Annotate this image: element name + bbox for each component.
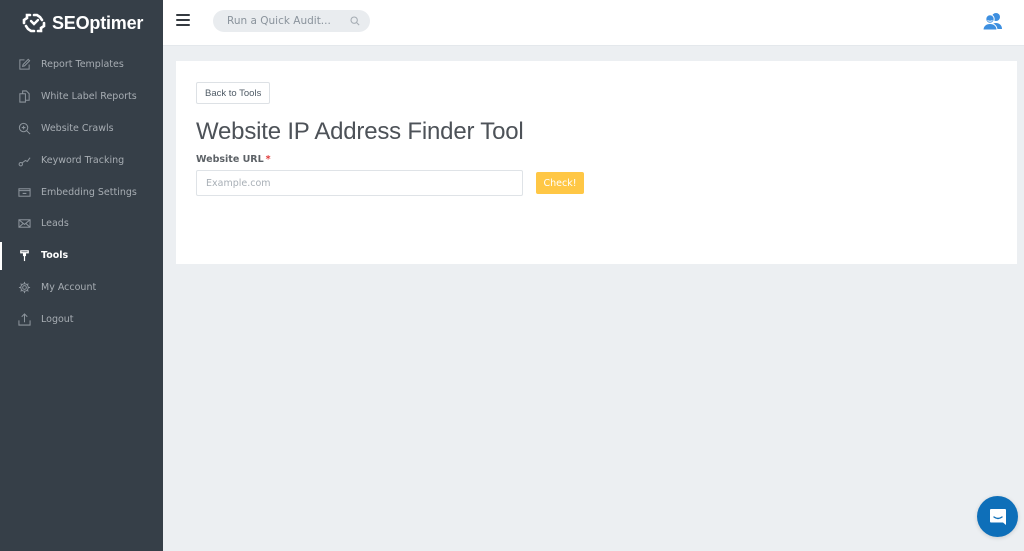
embed-icon bbox=[18, 186, 31, 199]
sidebar-item-label: Website Crawls bbox=[41, 122, 114, 134]
hamburger-menu-icon[interactable] bbox=[176, 14, 190, 26]
required-marker: * bbox=[265, 154, 271, 165]
top-bar: Run a Quick Audit... bbox=[163, 0, 1024, 46]
website-url-label: Website URL * bbox=[196, 154, 271, 165]
zoom-in-icon bbox=[18, 122, 31, 135]
website-url-label-text: Website URL bbox=[196, 154, 264, 165]
hammer-icon bbox=[18, 249, 31, 262]
sidebar-item-website-crawls[interactable]: Website Crawls bbox=[0, 113, 163, 145]
sidebar-item-label: My Account bbox=[41, 281, 97, 293]
page-title: Website IP Address Finder Tool bbox=[196, 118, 524, 145]
sidebar-item-my-account[interactable]: My Account bbox=[0, 272, 163, 304]
sidebar-item-tools[interactable]: Tools bbox=[0, 240, 163, 272]
gear-icon bbox=[18, 281, 31, 294]
sidebar-nav: Report Templates White Label Reports Web… bbox=[0, 49, 163, 335]
brand-logo[interactable]: SEOptimer bbox=[21, 10, 143, 36]
chat-icon bbox=[989, 508, 1006, 525]
sidebar-item-label: Keyword Tracking bbox=[41, 154, 125, 166]
chat-launcher-button[interactable] bbox=[977, 496, 1018, 537]
copy-icon bbox=[18, 90, 31, 103]
sidebar-item-leads[interactable]: Leads bbox=[0, 208, 163, 240]
users-icon[interactable] bbox=[982, 12, 1004, 30]
sidebar-item-label: White Label Reports bbox=[41, 91, 137, 103]
keyword-tracking-icon bbox=[18, 154, 31, 167]
sidebar-item-embedding-settings[interactable]: Embedding Settings bbox=[0, 176, 163, 208]
tool-card: Back to Tools Website IP Address Finder … bbox=[176, 61, 1017, 264]
mail-icon bbox=[18, 217, 31, 230]
sidebar-item-label: Report Templates bbox=[41, 59, 124, 71]
sidebar-item-label: Leads bbox=[41, 218, 69, 230]
sidebar-item-label: Embedding Settings bbox=[41, 186, 137, 198]
sidebar-item-label: Logout bbox=[41, 313, 74, 325]
sidebar-item-white-label-reports[interactable]: White Label Reports bbox=[0, 81, 163, 113]
seoptimer-logo-icon bbox=[22, 13, 46, 33]
back-to-tools-button[interactable]: Back to Tools bbox=[196, 82, 271, 104]
sidebar-item-logout[interactable]: Logout bbox=[0, 303, 163, 335]
search-icon[interactable] bbox=[350, 16, 360, 26]
brand-name: SEOptimer bbox=[52, 12, 144, 33]
website-url-input[interactable] bbox=[196, 170, 523, 196]
search-placeholder: Run a Quick Audit... bbox=[227, 15, 331, 27]
quick-audit-search[interactable]: Run a Quick Audit... bbox=[213, 10, 370, 32]
sidebar-item-keyword-tracking[interactable]: Keyword Tracking bbox=[0, 144, 163, 176]
logout-icon bbox=[18, 312, 31, 326]
check-button[interactable]: Check! bbox=[536, 172, 584, 194]
edit-icon bbox=[18, 58, 31, 71]
sidebar: SEOptimer Report Templates White Label R… bbox=[0, 0, 163, 551]
sidebar-item-label: Tools bbox=[41, 250, 69, 262]
sidebar-item-report-templates[interactable]: Report Templates bbox=[0, 49, 163, 81]
